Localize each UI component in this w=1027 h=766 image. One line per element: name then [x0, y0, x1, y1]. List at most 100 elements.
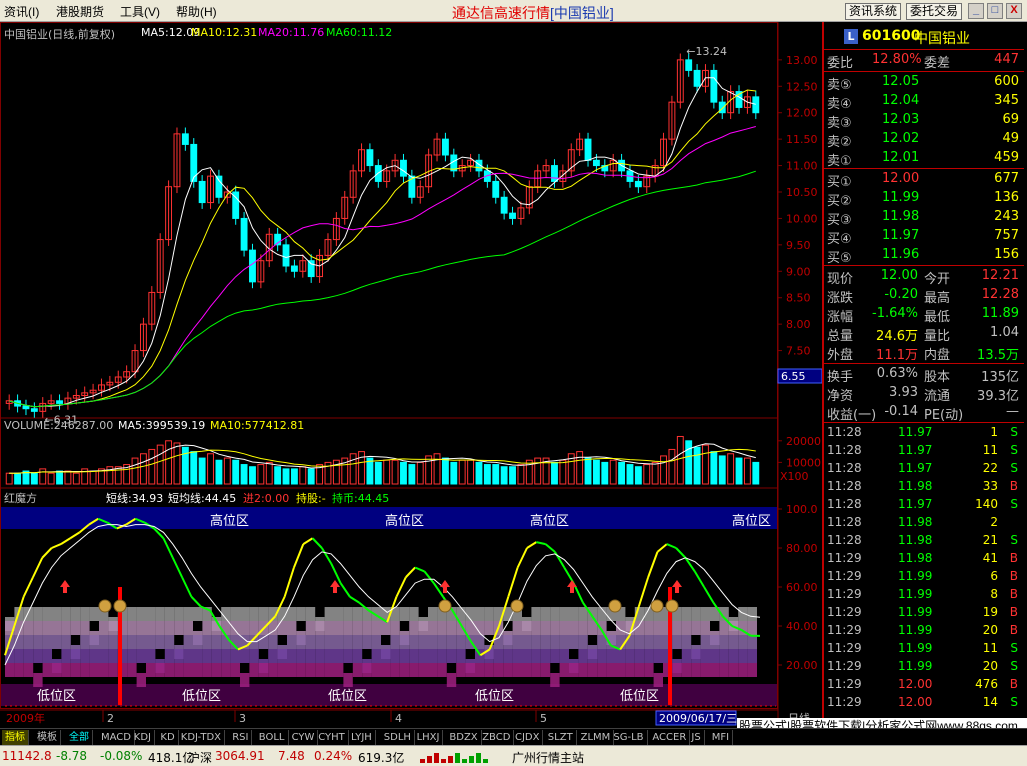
indicator-tab[interactable]: BDZX — [446, 730, 482, 745]
histogram-block — [89, 635, 99, 649]
histogram-block — [146, 635, 156, 649]
indicator-tab[interactable]: KD — [157, 730, 179, 745]
tick-row[interactable]: 11:29 12.00 476 B — [824, 677, 1024, 695]
buy-level-row[interactable]: 买② 11.99 136 — [824, 190, 1024, 209]
stat-value: 1.04 — [990, 325, 1019, 340]
indicator-tab[interactable]: SG-LB — [610, 730, 648, 745]
sell-level-row[interactable]: 卖① 12.01 459 — [824, 150, 1024, 169]
info-system-button[interactable]: 资讯系统 — [845, 3, 902, 20]
indicator-tab[interactable]: 指标 — [2, 730, 29, 745]
tick-row[interactable]: 11:28 11.98 21 S — [824, 533, 1024, 551]
buy-level-row[interactable]: 买① 12.00 677 — [824, 171, 1024, 190]
indicator-tab[interactable]: SLZT — [545, 730, 577, 745]
tick-row[interactable]: 11:29 11.99 8 B — [824, 587, 1024, 605]
histogram-block — [324, 635, 334, 649]
sell-level-row[interactable]: 卖⑤ 12.05 600 — [824, 74, 1024, 93]
trade-button[interactable]: 委托交易 — [906, 3, 963, 20]
indicator-tab[interactable]: RSI — [229, 730, 253, 745]
indicator-tab[interactable]: CJDX — [512, 730, 544, 745]
close-icon[interactable]: X — [1006, 3, 1022, 19]
signal-bar — [448, 756, 453, 763]
tick-row[interactable]: 11:29 11.99 11 S — [824, 641, 1024, 659]
maximize-icon[interactable]: □ — [987, 3, 1003, 19]
tick-row[interactable]: 11:28 11.97 11 S — [824, 443, 1024, 461]
histogram-block — [616, 649, 626, 663]
tick-row[interactable]: 11:29 12.00 14 S — [824, 695, 1024, 713]
short-line-segment — [321, 547, 333, 565]
tick-row[interactable]: 11:28 11.97 140 S — [824, 497, 1024, 515]
tick-row[interactable]: 11:28 11.97 1 S — [824, 425, 1024, 443]
indicator-tab[interactable]: SDLH — [381, 730, 415, 745]
indicator-tab[interactable]: JS — [688, 730, 705, 745]
volume-bar — [458, 459, 466, 485]
menu-tools[interactable]: 工具(V) — [120, 3, 160, 20]
volume-bar — [576, 451, 584, 485]
chart-area[interactable]: 13.00 12.50 12.00 11.50 11.00 10.50 10.00 9.50 9… — [0, 22, 822, 728]
sell-level-row[interactable]: 卖④ 12.04 345 — [824, 93, 1024, 112]
minimize-icon[interactable]: _ — [968, 3, 984, 19]
indicator-tab[interactable]: KDJ — [131, 730, 156, 745]
indicator-advance: 进2:0.00 — [243, 492, 290, 505]
short-line-segment — [675, 547, 687, 559]
histogram-block — [174, 621, 184, 635]
indicator-tab[interactable]: CYW — [289, 730, 319, 745]
indicator-tab[interactable]: LHXJ — [414, 730, 444, 745]
server-station[interactable]: 广州行情主站 — [512, 749, 584, 766]
buy-level-volume: 677 — [994, 171, 1019, 186]
indicator-tab[interactable]: CYHT — [315, 730, 349, 745]
indicator-tab[interactable]: BOLL — [256, 730, 289, 745]
menu-help[interactable]: 帮助(H) — [176, 3, 217, 20]
menu-info[interactable]: 资讯(I) — [4, 3, 39, 20]
sell-level-label: 卖① — [827, 154, 852, 169]
indicator-tab[interactable]: 模板 — [34, 730, 61, 745]
price-tick-label: 8.50 — [786, 292, 811, 305]
sell-level-price: 12.02 — [882, 131, 920, 146]
tick-row[interactable]: 11:29 11.99 19 B — [824, 605, 1024, 623]
buy-level-row[interactable]: 买④ 11.97 757 — [824, 228, 1024, 247]
indicator-tab[interactable]: LYJH — [348, 730, 376, 745]
histogram-block — [23, 635, 34, 649]
tick-row[interactable]: 11:29 11.99 20 S — [824, 659, 1024, 677]
chart-canvas[interactable]: 13.00 12.50 12.00 11.50 11.00 10.50 10.00 9.50 9… — [0, 22, 822, 728]
tick-row[interactable]: 11:28 11.97 22 S — [824, 461, 1024, 479]
buy-level-row[interactable]: 买③ 11.98 243 — [824, 209, 1024, 228]
short-line-segment — [60, 537, 71, 545]
candle-body — [693, 69, 701, 87]
histogram-block — [409, 607, 419, 621]
sell-level-row[interactable]: 卖② 12.02 49 — [824, 131, 1024, 150]
tick-row[interactable]: 11:29 11.99 20 B — [824, 623, 1024, 641]
volume-ma5-label: MA5:399539.19 — [118, 419, 206, 432]
indicator-tab[interactable]: 全部 — [66, 730, 93, 745]
indicator-tab[interactable]: ZBCD — [479, 730, 515, 745]
tick-row[interactable]: 11:29 11.99 6 B — [824, 569, 1024, 587]
histogram-block — [240, 649, 250, 663]
volume-bar — [517, 464, 525, 485]
stat-value: 24.6万 — [876, 329, 918, 344]
sell-level-row[interactable]: 卖③ 12.03 69 — [824, 112, 1024, 131]
menu-hk-futures[interactable]: 港股期货 — [56, 3, 104, 20]
histogram-block — [42, 663, 52, 677]
histogram-block — [174, 649, 184, 663]
histogram-block — [89, 663, 99, 677]
tick-time: 11:29 — [827, 605, 862, 619]
tick-row[interactable]: 11:29 11.98 41 B — [824, 551, 1024, 569]
volume-bar — [349, 453, 357, 485]
volume-bar — [534, 457, 542, 485]
indicator-tab[interactable]: MACD — [98, 730, 135, 745]
histogram-block — [211, 649, 222, 663]
histogram-block — [33, 607, 43, 621]
tick-row[interactable]: 11:28 11.98 33 B — [824, 479, 1024, 497]
indicator-tab[interactable]: ZLMM — [578, 730, 615, 745]
indicator-tab[interactable]: ACCER — [649, 730, 691, 745]
volume-bar — [30, 472, 38, 485]
histogram-block — [23, 621, 34, 635]
tick-row[interactable]: 11:28 11.98 2 — [824, 515, 1024, 533]
histogram-block — [747, 621, 757, 635]
histogram-block — [249, 649, 259, 663]
buy-level-row[interactable]: 买⑤ 11.96 156 — [824, 247, 1024, 266]
volume-bar — [391, 459, 399, 485]
indicator-tab[interactable]: MFI — [709, 730, 734, 745]
stock-code[interactable]: 601600 — [862, 28, 920, 44]
volume-tick-label: 10000 — [786, 456, 821, 469]
indicator-tab[interactable]: KDJ-TDX — [178, 730, 225, 745]
